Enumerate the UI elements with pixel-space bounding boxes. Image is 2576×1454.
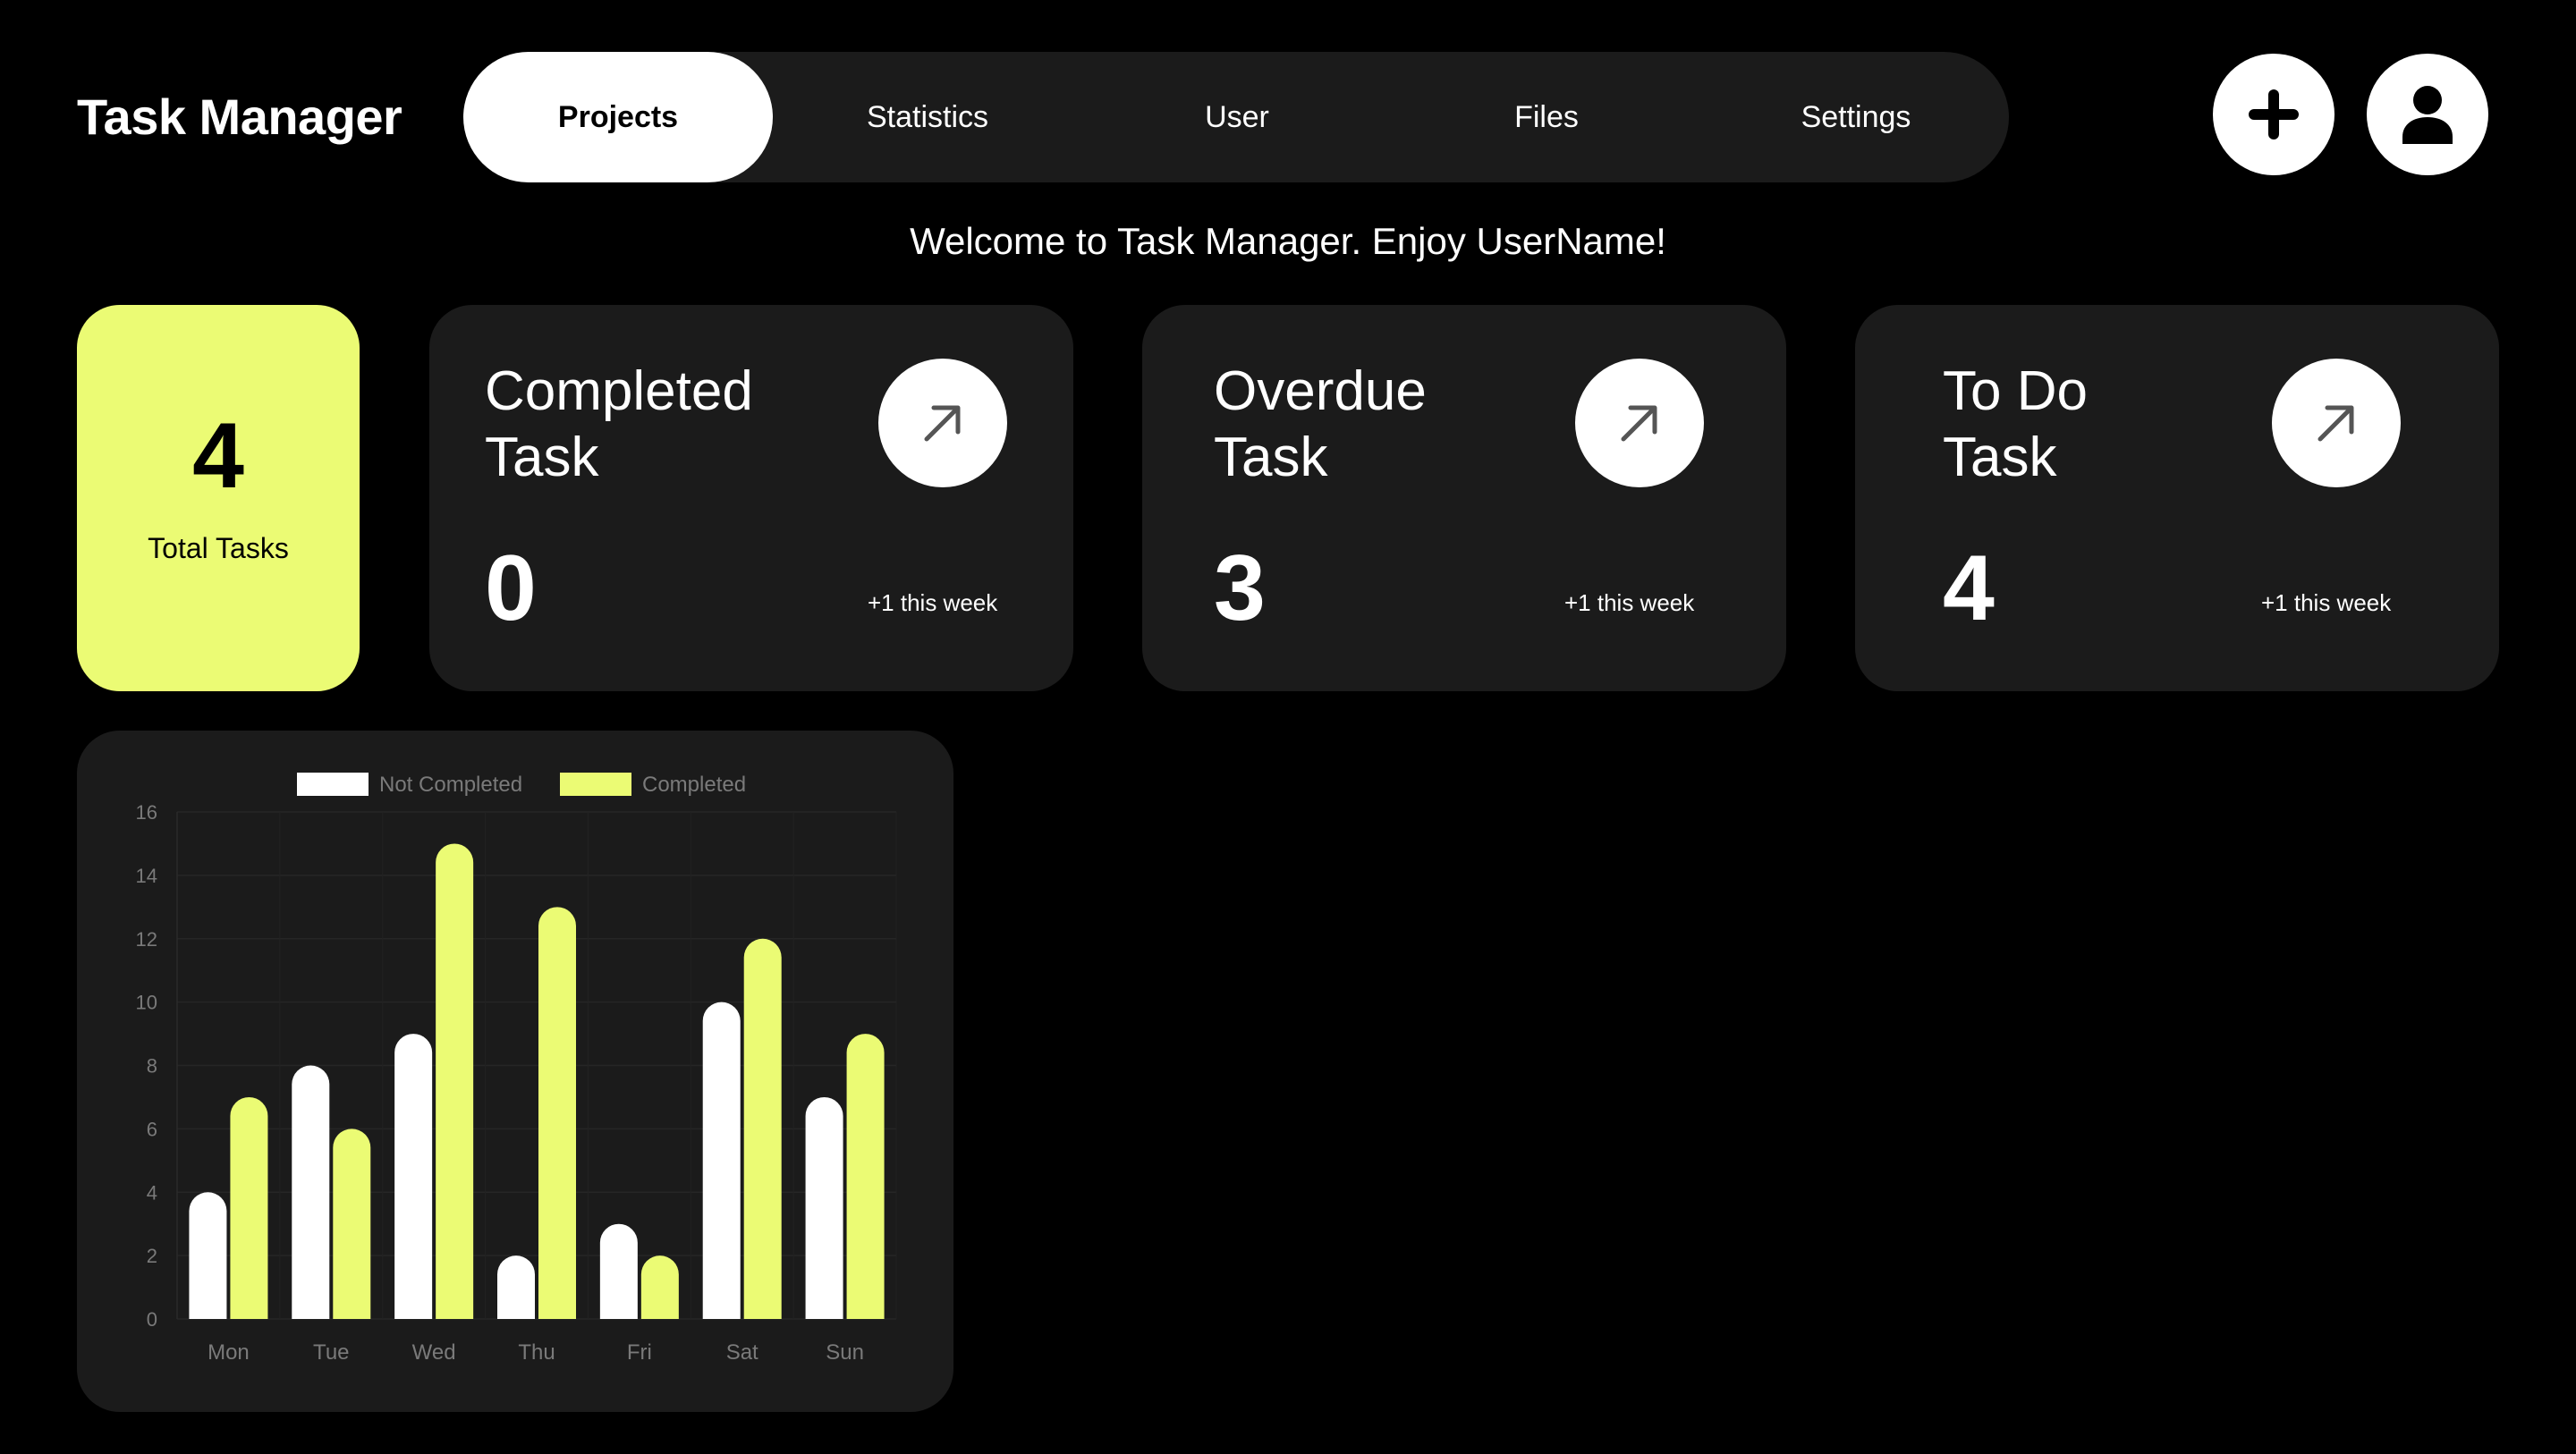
total-tasks-card: 4 Total Tasks (77, 305, 360, 691)
weekly-change: +1 this week (868, 589, 998, 616)
card-title-line1: Completed (485, 360, 753, 422)
weekly-tasks-chart: 0 2 4 6 8 10 12 14 16 Mon Tue Wed Thu Fri Sat Sun Not Co… (77, 731, 953, 1412)
y-tick-label: 8 (147, 1055, 157, 1078)
bar-not-completed (497, 1255, 535, 1319)
bar-not-completed (805, 1096, 843, 1319)
completed-count: 0 (485, 537, 537, 640)
bar-not-completed (599, 1223, 638, 1319)
open-todo-button[interactable] (2272, 359, 2401, 487)
legend-label: Completed (642, 773, 746, 797)
bar-completed (436, 843, 474, 1319)
open-completed-button[interactable] (878, 359, 1007, 487)
weekly-change: +1 this week (1564, 589, 1695, 616)
x-tick-label: Sun (826, 1340, 864, 1365)
tab-files[interactable]: Files (1392, 52, 1701, 182)
legend-swatch (297, 773, 369, 796)
bar-completed (230, 1096, 268, 1319)
tab-projects[interactable]: Projects (463, 52, 773, 182)
bar-not-completed (292, 1065, 330, 1319)
overdue-task-card: Overdue Task 3 +1 this week (1142, 305, 1786, 691)
bar-completed (640, 1255, 679, 1319)
x-tick-label: Tue (313, 1340, 349, 1365)
bar-completed (846, 1034, 885, 1319)
bar-not-completed (394, 1034, 433, 1319)
arrow-up-right-icon (924, 405, 961, 442)
user-icon (2402, 86, 2453, 144)
card-title: Overdue Task (1214, 359, 1536, 491)
add-button[interactable] (2213, 54, 2334, 175)
y-tick-label: 2 (147, 1245, 157, 1267)
main-nav: Projects Statistics User Files Settings (463, 52, 2009, 182)
x-tick-label: Fri (627, 1340, 652, 1365)
y-tick-label: 0 (147, 1308, 157, 1331)
bar-not-completed (702, 1002, 741, 1319)
welcome-message: Welcome to Task Manager. Enjoy UserName! (910, 220, 1666, 262)
tab-user[interactable]: User (1082, 52, 1392, 182)
card-title-line2: Task (1214, 427, 1328, 488)
todo-task-card: To Do Task 4 +1 this week (1855, 305, 2499, 691)
open-overdue-button[interactable] (1575, 359, 1704, 487)
bar-completed (743, 938, 782, 1319)
card-title: To Do Task (1943, 359, 2265, 491)
completed-task-card: Completed Task 0 +1 this week (429, 305, 1073, 691)
tab-settings[interactable]: Settings (1701, 52, 2011, 182)
y-tick-label: 12 (136, 928, 157, 951)
card-title-line1: To Do (1943, 360, 2088, 422)
total-tasks-label: Total Tasks (148, 532, 289, 564)
y-tick-label: 16 (136, 801, 157, 824)
app-title: Task Manager (77, 89, 402, 145)
bar-completed (333, 1129, 371, 1319)
card-title: Completed Task (485, 359, 807, 491)
y-tick-label: 14 (136, 865, 157, 887)
x-tick-label: Mon (208, 1340, 250, 1365)
arrow-up-right-icon (1621, 405, 1657, 442)
weekly-change: +1 this week (2261, 589, 2392, 616)
bar-completed (538, 907, 576, 1319)
y-tick-label: 6 (147, 1118, 157, 1140)
arrow-up-right-icon (2318, 405, 2354, 442)
bar-chart: 0 2 4 6 8 10 12 14 16 Mon Tue Wed Thu Fri Sat Sun Not Co… (136, 773, 897, 1365)
x-tick-label: Sat (726, 1340, 758, 1365)
overdue-count: 3 (1214, 537, 1266, 640)
plus-icon (2249, 89, 2299, 139)
legend-label: Not Completed (379, 773, 522, 797)
y-tick-label: 4 (147, 1181, 157, 1204)
bar-not-completed (189, 1192, 227, 1319)
total-tasks-count: 4 (192, 404, 244, 508)
y-tick-label: 10 (136, 992, 157, 1014)
tab-statistics[interactable]: Statistics (773, 52, 1082, 182)
card-title-line2: Task (1943, 427, 2057, 488)
x-tick-label: Thu (518, 1340, 555, 1365)
x-tick-label: Wed (412, 1340, 456, 1365)
todo-count: 4 (1943, 537, 1995, 640)
profile-button[interactable] (2367, 54, 2488, 175)
card-title-line1: Overdue (1214, 360, 1427, 422)
card-title-line2: Task (485, 427, 599, 488)
legend-swatch (560, 773, 631, 796)
